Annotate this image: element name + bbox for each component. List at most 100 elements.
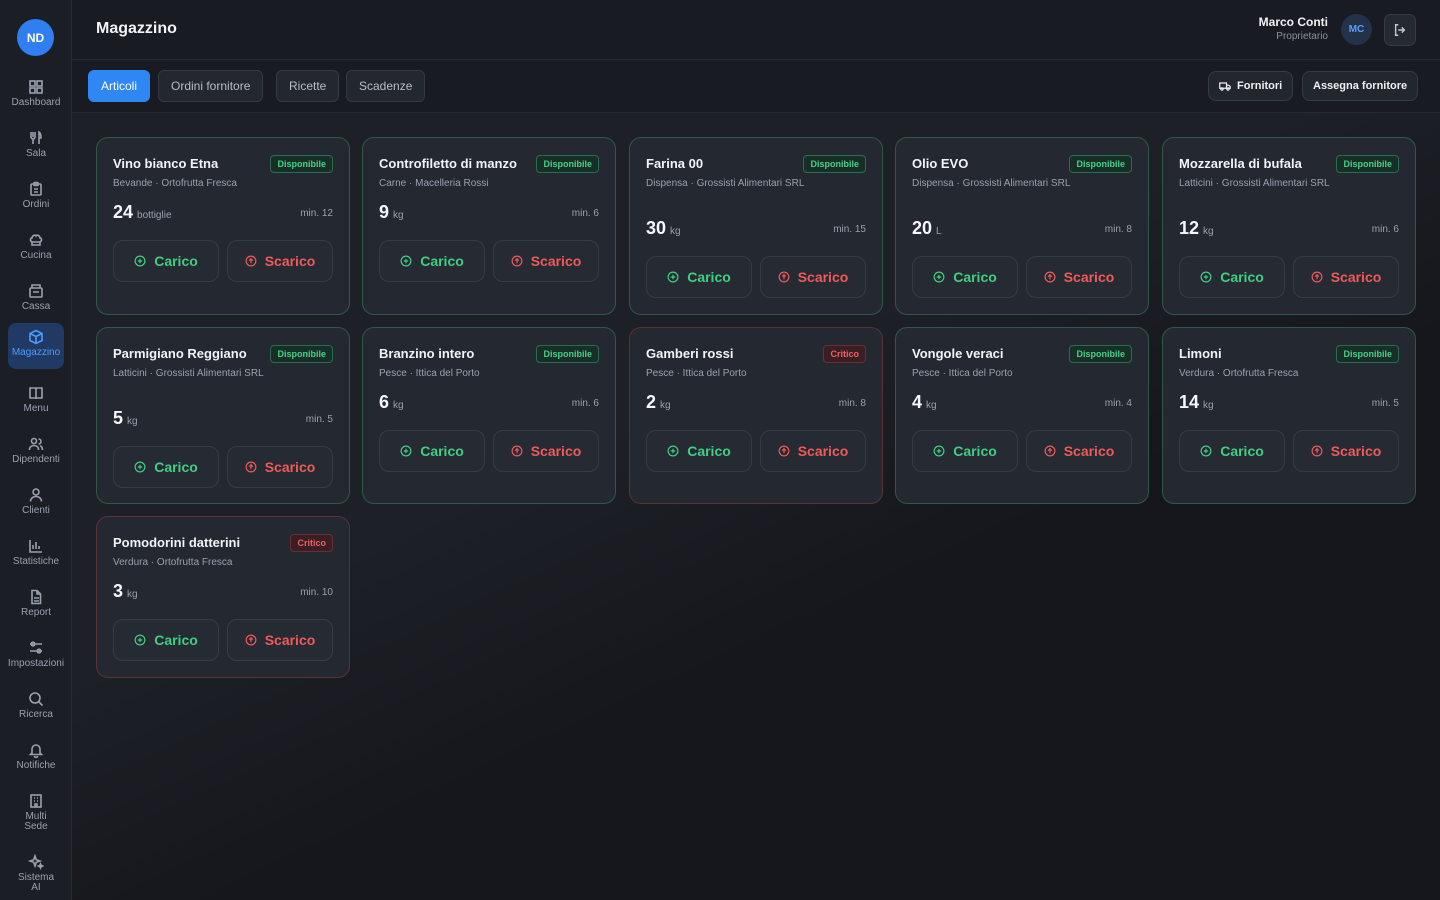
- sidebar-item-dipendenti[interactable]: Dipendenti: [0, 430, 72, 476]
- carico-button[interactable]: Carico: [379, 240, 485, 282]
- carico-label: Carico: [154, 459, 198, 475]
- scarico-button[interactable]: Scarico: [227, 446, 333, 488]
- sidebar-item-ordini[interactable]: Ordini: [0, 175, 72, 221]
- carico-button[interactable]: Carico: [646, 430, 752, 472]
- sidebar-item-label: Notifiche: [16, 760, 56, 771]
- sidebar-item-label: Statistiche: [12, 556, 60, 567]
- tab-articoli[interactable]: Articoli: [88, 70, 151, 102]
- plus-circle-icon: [400, 255, 412, 267]
- item-name: Olio EVO: [912, 156, 969, 171]
- scarico-label: Scarico: [264, 632, 316, 648]
- sidebar-item-label: Sala: [25, 148, 46, 159]
- sidebar-item-cassa[interactable]: Cassa: [0, 277, 72, 323]
- arrow-up-circle-icon: [511, 255, 523, 267]
- book-icon: [29, 387, 43, 400]
- sidebar-item-ricerca[interactable]: Ricerca: [0, 685, 72, 731]
- sidebar-item-label: Clienti: [22, 505, 50, 516]
- tab-scadenze[interactable]: Scadenze: [346, 70, 426, 102]
- sidebar-item-impostazioni[interactable]: Impostazioni: [0, 634, 72, 680]
- item-category-supplier: Latticini · Grossisti Alimentari SRL: [113, 368, 264, 379]
- minimum-quantity: min. 10: [300, 587, 333, 598]
- item-name: Limoni: [1179, 346, 1222, 361]
- tab-ordini-fornitore[interactable]: Ordini fornitore: [158, 70, 264, 102]
- carico-button[interactable]: Carico: [1179, 430, 1285, 472]
- sidebar-item-clienti[interactable]: Clienti: [0, 481, 72, 527]
- quantity-row: 9 kg min. 6: [379, 202, 599, 224]
- quantity-value: 2: [646, 392, 657, 412]
- logout-icon: [1394, 24, 1406, 36]
- quantity-unit: kg: [1203, 226, 1214, 237]
- fornitori-button[interactable]: Fornitori: [1208, 71, 1294, 101]
- app-logo[interactable]: ND: [17, 19, 54, 56]
- top-header: Magazzino Marco Conti Proprietario MC: [72, 0, 1440, 60]
- minimum-quantity: min. 6: [571, 208, 599, 219]
- carico-button[interactable]: Carico: [113, 619, 219, 661]
- sidebar-item-dashboard[interactable]: Dashboard: [0, 73, 72, 119]
- carico-button[interactable]: Carico: [912, 430, 1018, 472]
- quantity-value: 30: [646, 218, 667, 238]
- quantity-row: 14 kg min. 5: [1179, 392, 1399, 414]
- sidebar-item-label: Dashboard: [11, 97, 61, 108]
- plus-circle-icon: [400, 445, 412, 457]
- carico-label: Carico: [953, 269, 997, 285]
- carico-button[interactable]: Carico: [113, 446, 219, 488]
- carico-button[interactable]: Carico: [113, 240, 219, 282]
- sidebar-item-sala[interactable]: Sala: [0, 124, 72, 170]
- quantity-row: 3 kg min. 10: [113, 581, 333, 603]
- scarico-button[interactable]: Scarico: [1026, 256, 1132, 298]
- sidebar-item-label: Dipendenti: [12, 454, 60, 465]
- status-badge: Disponibile: [536, 345, 599, 363]
- arrow-up-circle-icon: [778, 271, 790, 283]
- sidebar-item-magazzino[interactable]: Magazzino: [8, 323, 64, 369]
- scarico-label: Scarico: [530, 253, 582, 269]
- carico-button[interactable]: Carico: [646, 256, 752, 298]
- logout-button[interactable]: [1384, 14, 1416, 46]
- avatar[interactable]: MC: [1341, 14, 1372, 45]
- sidebar-item-menu[interactable]: Menu: [0, 379, 72, 425]
- carico-button[interactable]: Carico: [1179, 256, 1285, 298]
- plus-circle-icon: [667, 271, 679, 283]
- quantity-row: 24 bottiglie min. 12: [113, 202, 333, 224]
- sidebar-item-label: Cucina: [20, 250, 52, 261]
- plus-circle-icon: [1200, 271, 1212, 283]
- scarico-button[interactable]: Scarico: [227, 240, 333, 282]
- tab-ricette[interactable]: Ricette: [276, 70, 340, 102]
- quantity-value: 14: [1179, 392, 1200, 412]
- scarico-button[interactable]: Scarico: [1293, 430, 1399, 472]
- sidebar-item-notifiche[interactable]: Notifiche: [0, 736, 72, 782]
- carico-label: Carico: [154, 253, 198, 269]
- user-info: Marco Conti Proprietario: [1259, 15, 1328, 42]
- bar-chart-icon: [29, 540, 42, 553]
- sidebar-item-report[interactable]: Report: [0, 583, 72, 629]
- sidebar-item-statistiche[interactable]: Statistiche: [0, 532, 72, 578]
- arrow-up-circle-icon: [511, 445, 523, 457]
- quantity-unit: bottiglie: [137, 210, 172, 221]
- sparkles-icon: [28, 854, 44, 870]
- quantity-unit: kg: [393, 400, 404, 411]
- scarico-button[interactable]: Scarico: [760, 430, 866, 472]
- scarico-button[interactable]: Scarico: [493, 240, 599, 282]
- sidebar-item-multi-sede[interactable]: Multi Sede: [0, 787, 72, 833]
- item-name: Gamberi rossi: [646, 346, 734, 361]
- quantity-value: 20: [912, 218, 933, 238]
- sidebar-item-label: Ricerca: [19, 709, 53, 720]
- scarico-button[interactable]: Scarico: [493, 430, 599, 472]
- sidebar-item-cucina[interactable]: Cucina: [0, 226, 72, 272]
- quantity-row: 2 kg min. 8: [646, 392, 866, 414]
- scarico-button[interactable]: Scarico: [760, 256, 866, 298]
- scarico-button[interactable]: Scarico: [1293, 256, 1399, 298]
- carico-button[interactable]: Carico: [912, 256, 1018, 298]
- quantity-unit: kg: [393, 210, 404, 221]
- scarico-button[interactable]: Scarico: [1026, 430, 1132, 472]
- assegna-fornitore-button[interactable]: Assegna fornitore: [1302, 71, 1419, 101]
- carico-button[interactable]: Carico: [379, 430, 485, 472]
- quantity-value: 4: [912, 392, 923, 412]
- item-card: Branzino intero Disponibile Pesce · Itti…: [362, 327, 616, 504]
- scarico-button[interactable]: Scarico: [227, 619, 333, 661]
- item-category-supplier: Dispensa · Grossisti Alimentari SRL: [646, 178, 805, 189]
- item-card: Pomodorini datterini Critico Verdura · O…: [96, 516, 350, 678]
- sidebar-item-sistema-ai[interactable]: Sistema AI: [0, 848, 72, 894]
- quantity-unit: kg: [660, 400, 671, 411]
- sidebar-item-label: Multi Sede: [24, 811, 48, 832]
- user-role: Proprietario: [1276, 31, 1328, 42]
